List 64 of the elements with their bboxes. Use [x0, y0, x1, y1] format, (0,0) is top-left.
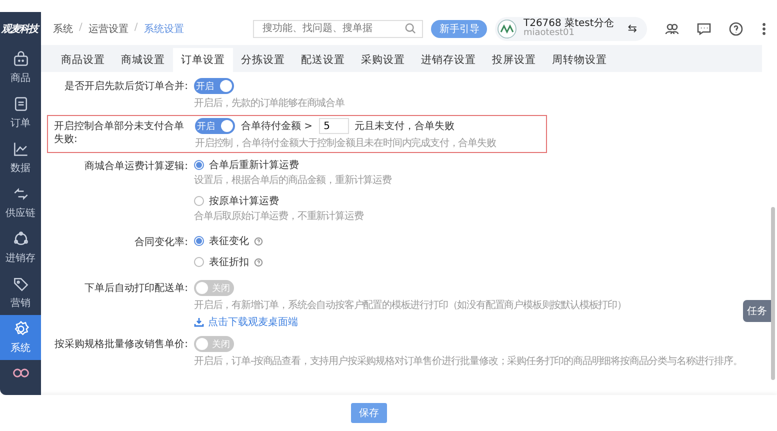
setting-description: 开启后，有新增订单，系统会自动按客户配置的模板进行打印（如没有配置商户模板则按默认模板打印）	[194, 299, 626, 312]
sidebar-item[interactable]: 系统	[0, 315, 41, 360]
radio-button[interactable]	[194, 257, 204, 267]
chart-icon	[12, 140, 30, 158]
message-icon[interactable]	[697, 22, 711, 36]
settings-tab[interactable]: 分拣设置	[233, 48, 293, 72]
help-icon[interactable]	[729, 22, 743, 36]
radio-label[interactable]: 表征变化	[209, 234, 249, 248]
account-name: T26768 菜test分仓	[523, 19, 614, 29]
settings-tab[interactable]: 采购设置	[353, 48, 413, 72]
tag-icon	[12, 275, 30, 293]
radio-label[interactable]: 表征折扣	[209, 255, 249, 269]
sidebar-item[interactable]: 进销存	[0, 225, 41, 270]
sidebar-item[interactable]: 订单	[0, 90, 41, 135]
settings-tab[interactable]: 订单设置	[173, 48, 233, 72]
breadcrumb-separator: /	[79, 22, 82, 34]
more-icon[interactable]	[761, 22, 767, 36]
setting-description: 开启后，先款的订单能够在商城合单	[194, 97, 344, 110]
people-icon[interactable]	[665, 22, 679, 36]
radio-label[interactable]: 合单后重新计算运费	[209, 158, 299, 172]
account-switcher[interactable]: T26768 菜test分仓 miaotest01 ⇆	[495, 16, 647, 40]
download-link[interactable]: 点击下载观麦桌面端	[194, 315, 298, 329]
setting-label: 按采购规格批量修改销售单价:	[54, 338, 188, 352]
amount-field[interactable]: 5	[318, 118, 349, 134]
radio-button[interactable]	[194, 196, 204, 206]
download-icon	[194, 317, 204, 327]
setting-description: 开启后，订单-按商品查看，支持用户按采购规格对订单售价进行批量修改；采购任务打印的商品明细将按商品分类与名称进行排序。	[194, 355, 742, 368]
switch-icon[interactable]: ⇆	[628, 22, 637, 35]
threshold-label: 合单待付金额 >	[241, 120, 313, 133]
setting-label: 商城合单运费计算逻辑:	[84, 160, 188, 174]
breadcrumb-link[interactable]: 运营设置	[88, 22, 128, 36]
setting-label: 是否开启先款后货订单合并:	[64, 80, 188, 94]
setting-label: 下单后自动打印配送单:	[84, 282, 188, 296]
sidebar-item[interactable]: 数据	[0, 135, 41, 180]
search-field[interactable]: 搜功能、找问题、搜单据	[253, 20, 424, 38]
setting-label: 开启控制合单部分未支付合单失败:	[54, 120, 185, 147]
settings-tab[interactable]: 商城设置	[113, 48, 173, 72]
settings-tab[interactable]: 投屏设置	[484, 48, 544, 72]
sidebar-item[interactable]: 商品	[0, 45, 41, 90]
scrollbar[interactable]	[771, 207, 775, 380]
threshold-suffix: 元且未支付，合单失败	[354, 120, 455, 133]
sidebar-item[interactable]: 供应链	[0, 180, 41, 225]
setting-description: 开启控制，合单待付金额大于控制金额且未在时间内完成支付，合单失败	[195, 137, 496, 150]
brand-logo: 观麦科技	[2, 22, 40, 36]
avatar-icon	[497, 18, 518, 38]
breadcrumb-link[interactable]: 系统	[53, 22, 73, 36]
settings-tab[interactable]: 进销存设置	[413, 48, 484, 72]
nodes-icon	[12, 230, 30, 248]
settings-tab[interactable]: 配送设置	[293, 48, 353, 72]
breadcrumb-separator: /	[134, 22, 138, 34]
search-icon[interactable]	[405, 23, 416, 34]
radio-button[interactable]	[194, 160, 204, 170]
task-tab[interactable]: 任务	[743, 300, 771, 322]
radio-label[interactable]: 按原单计算运费	[209, 194, 279, 208]
option-description: 合单后取原始订单运费，不重新计算运费	[194, 210, 364, 223]
account-user: miaotest01	[523, 29, 576, 38]
arrows-icon	[12, 185, 30, 203]
bag-icon	[12, 50, 30, 68]
radio-button[interactable]	[194, 236, 204, 246]
settings-tab[interactable]: 周转物设置	[544, 48, 615, 72]
settings-tab[interactable]: 商品设置	[53, 48, 113, 72]
option-description: 设置后，根据合单后的商品金额，重新计算运费	[194, 174, 392, 187]
setting-label: 合同变化率:	[134, 236, 188, 250]
sidebar-item[interactable]: 营销	[0, 270, 41, 315]
